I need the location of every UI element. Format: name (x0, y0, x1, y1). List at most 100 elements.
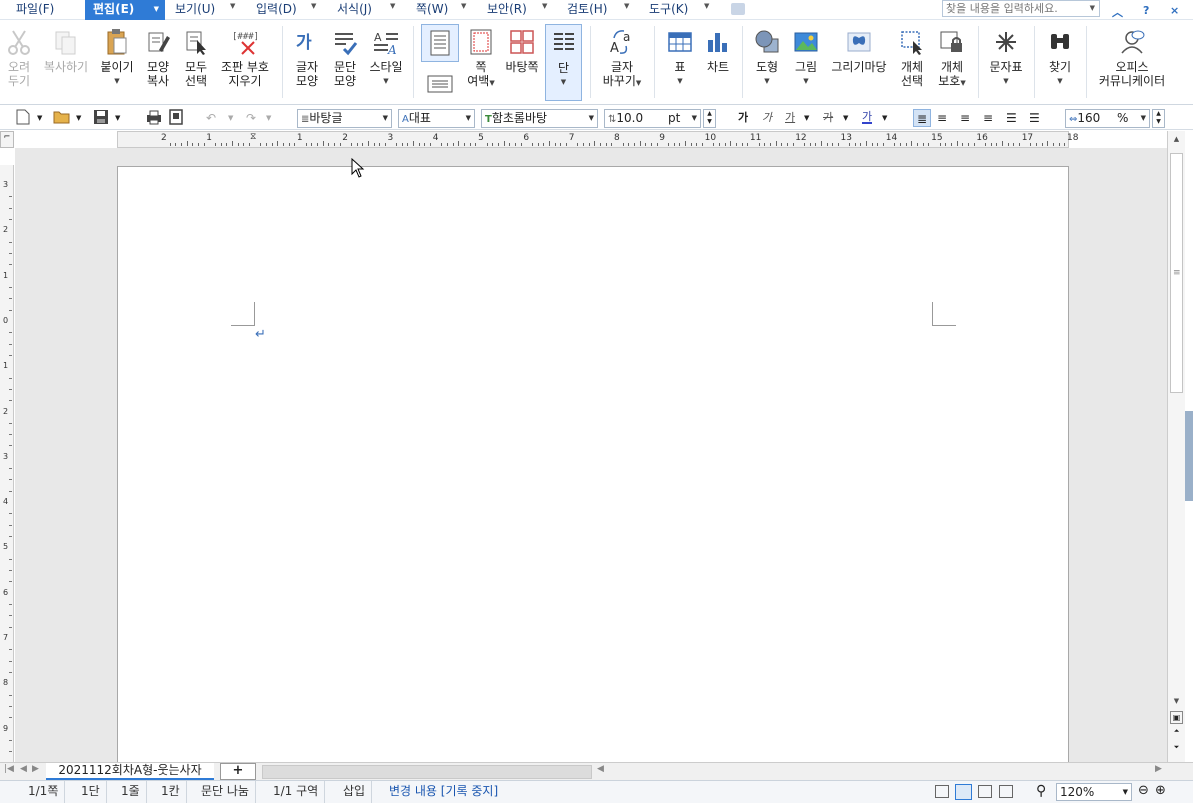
search-input[interactable]: 찾을 내용을 입력하세요. ▼ (942, 0, 1100, 17)
shape-button[interactable]: 도형 ▼ (750, 24, 784, 88)
style-button[interactable]: AA 스타일 ▼ (366, 24, 406, 88)
tab-first-icon[interactable]: |◀ (4, 764, 14, 774)
vertical-ruler[interactable]: 3 2 1 0 1 2 3 4 5 6 7 8 9 (0, 165, 14, 764)
char-width-stepper[interactable]: ▲ ▼ (1152, 109, 1165, 128)
chevron-down-icon[interactable]: ▼ (461, 2, 466, 10)
chevron-down-icon[interactable]: ▼ (589, 110, 594, 127)
chevron-down-icon[interactable]: ▼ (636, 79, 641, 87)
status-page[interactable]: 1/1쪽 (22, 781, 66, 803)
zoom-select[interactable]: 120% ▼ (1056, 783, 1132, 801)
select-all-button[interactable]: 모두 선택 (180, 24, 212, 88)
menu-security[interactable]: 보안(R) (487, 0, 527, 20)
chevron-down-icon[interactable]: ▼ (960, 79, 965, 87)
chevron-down-icon[interactable]: ▼ (1123, 784, 1128, 800)
status-insert-mode[interactable]: 삽입 (337, 781, 373, 803)
view-width-icon[interactable] (978, 785, 992, 798)
scroll-right-icon[interactable]: ▶ (1155, 764, 1162, 774)
chevron-down-icon[interactable]: ▼ (115, 109, 120, 127)
drawing-board-button[interactable]: 그리기마당 (828, 24, 890, 74)
font-select[interactable]: T함초롬바탕 ▼ (481, 109, 598, 128)
view-page-icon[interactable] (955, 784, 972, 800)
horizontal-ruler[interactable]: 2 1 1 2 3 4 5 6 7 8 9 10 11 12 13 14 15 16 17 18 ⧖ (117, 131, 1078, 148)
menu-edit[interactable]: 편집(E) ▼ (85, 0, 165, 20)
scroll-up-icon[interactable]: ▲ (1170, 135, 1183, 153)
menu-review[interactable]: 검토(H) (567, 0, 607, 20)
undo-icon[interactable]: ↶ (206, 109, 216, 127)
ruler-corner-button[interactable]: ⌐ (0, 131, 14, 148)
align-center-icon[interactable]: ≡ (960, 109, 970, 127)
column-button[interactable]: 단 ▼ (545, 24, 582, 101)
scrollbar-thumb[interactable]: ≡ (1170, 153, 1183, 393)
save-icon[interactable] (93, 109, 109, 127)
page-view-button[interactable] (421, 24, 459, 62)
document-tab[interactable]: 2021112회차A형-웃는사자 (46, 763, 214, 780)
menu-tools[interactable]: 도구(K) (649, 0, 688, 20)
scroll-left-icon[interactable]: ◀ (597, 764, 604, 774)
chevron-down-icon[interactable]: ▼ (228, 109, 233, 127)
ribbon-collapse-icon[interactable]: ︿ (1112, 4, 1123, 20)
document-page[interactable]: ↵ (117, 166, 1069, 762)
menu-insert[interactable]: 입력(D) (256, 0, 297, 20)
find-button[interactable]: 찾기 ▼ (1042, 24, 1078, 88)
chevron-down-icon[interactable]: ▼ (76, 109, 81, 127)
font-size-select[interactable]: ⇅10.0 pt ▼ (604, 109, 701, 128)
italic-button[interactable]: 가 (762, 109, 772, 127)
prev-page-icon[interactable]: ⏶ (1170, 727, 1183, 736)
underline-button[interactable]: 가 (785, 109, 795, 127)
chevron-down-icon[interactable]: ▼ (750, 74, 784, 88)
tab-next-icon[interactable]: ▶ (32, 764, 39, 774)
add-tab-button[interactable]: + (220, 763, 256, 780)
bold-button[interactable]: 가 (738, 109, 748, 127)
chevron-down-icon[interactable]: ▼ (383, 110, 388, 127)
print-preview-icon[interactable] (169, 109, 183, 127)
chevron-down-icon[interactable]: ▼ (804, 109, 809, 127)
chevron-down-icon[interactable]: ▼ (704, 2, 709, 10)
horizontal-scrollbar-thumb[interactable] (262, 765, 592, 779)
next-page-icon[interactable]: ⏷ (1170, 743, 1183, 752)
office-communicator-button[interactable]: 오피스 커뮤니케이터 (1094, 24, 1170, 88)
zoom-out-icon[interactable]: ⊖ (1138, 783, 1149, 798)
print-icon[interactable] (146, 109, 162, 127)
strikethrough-button[interactable]: 가 (823, 109, 833, 127)
chevron-down-icon[interactable]: ▼ (266, 109, 271, 127)
erase-marks-button[interactable]: [###] 조판 부호 지우기 (216, 24, 274, 88)
zoom-icon[interactable]: ⚲ (1036, 783, 1046, 799)
chevron-down-icon[interactable]: ▼ (466, 110, 471, 127)
chevron-down-icon[interactable]: ▼ (692, 110, 697, 127)
view-fullscreen-icon[interactable] (935, 785, 949, 798)
redo-icon[interactable]: ↷ (246, 109, 256, 127)
landscape-button[interactable] (424, 70, 456, 98)
align-left-icon[interactable]: ≡ (937, 109, 947, 127)
indent-marker[interactable]: ⧖ (250, 132, 256, 142)
symbol-button[interactable]: 문자표 ▼ (986, 24, 1026, 88)
chevron-down-icon[interactable]: ▼ (789, 74, 823, 88)
align-divide-icon[interactable]: ☰ (1029, 109, 1040, 127)
chevron-down-icon[interactable]: ▼ (97, 74, 137, 88)
char-width-select[interactable]: ⇔160% ▼ (1065, 109, 1150, 128)
open-folder-icon[interactable] (53, 109, 71, 127)
chevron-down-icon[interactable]: ▼ (663, 74, 697, 88)
chevron-down-icon[interactable]: ▼ (1090, 1, 1095, 16)
chevron-down-icon[interactable]: ▼ (390, 2, 395, 10)
extra-tool-icon[interactable] (731, 3, 745, 15)
chevron-down-icon[interactable]: ▼ (366, 74, 406, 88)
format-copy-button[interactable]: 모양 복사 (142, 24, 174, 88)
side-panel-handle[interactable] (1185, 411, 1193, 501)
table-button[interactable]: 표 ▼ (663, 24, 697, 88)
menu-file[interactable]: 파일(F) (16, 0, 54, 20)
chevron-down-icon[interactable]: ▼ (1042, 74, 1078, 88)
chevron-down-icon[interactable]: ▼ (489, 79, 494, 87)
chevron-down-icon[interactable]: ▼ (37, 109, 42, 127)
object-select-button[interactable]: 개체 선택 (895, 24, 929, 88)
language-select[interactable]: A대표 ▼ (398, 109, 475, 128)
zoom-in-icon[interactable]: ⊕ (1155, 783, 1166, 798)
align-right-icon[interactable]: ≡ (983, 109, 993, 127)
chevron-down-icon[interactable]: ▼ (311, 2, 316, 10)
font-size-stepper[interactable]: ▲ ▼ (703, 109, 716, 128)
new-doc-icon[interactable] (16, 109, 30, 127)
char-shape-button[interactable]: 가 글자 모양 (290, 24, 324, 88)
chevron-down-icon[interactable]: ▼ (542, 2, 547, 10)
font-color-button[interactable]: 가 (862, 109, 873, 124)
change-char-button[interactable]: Aa 글자 바꾸기▼ (598, 24, 646, 90)
chevron-down-icon[interactable]: ▼ (624, 2, 629, 10)
